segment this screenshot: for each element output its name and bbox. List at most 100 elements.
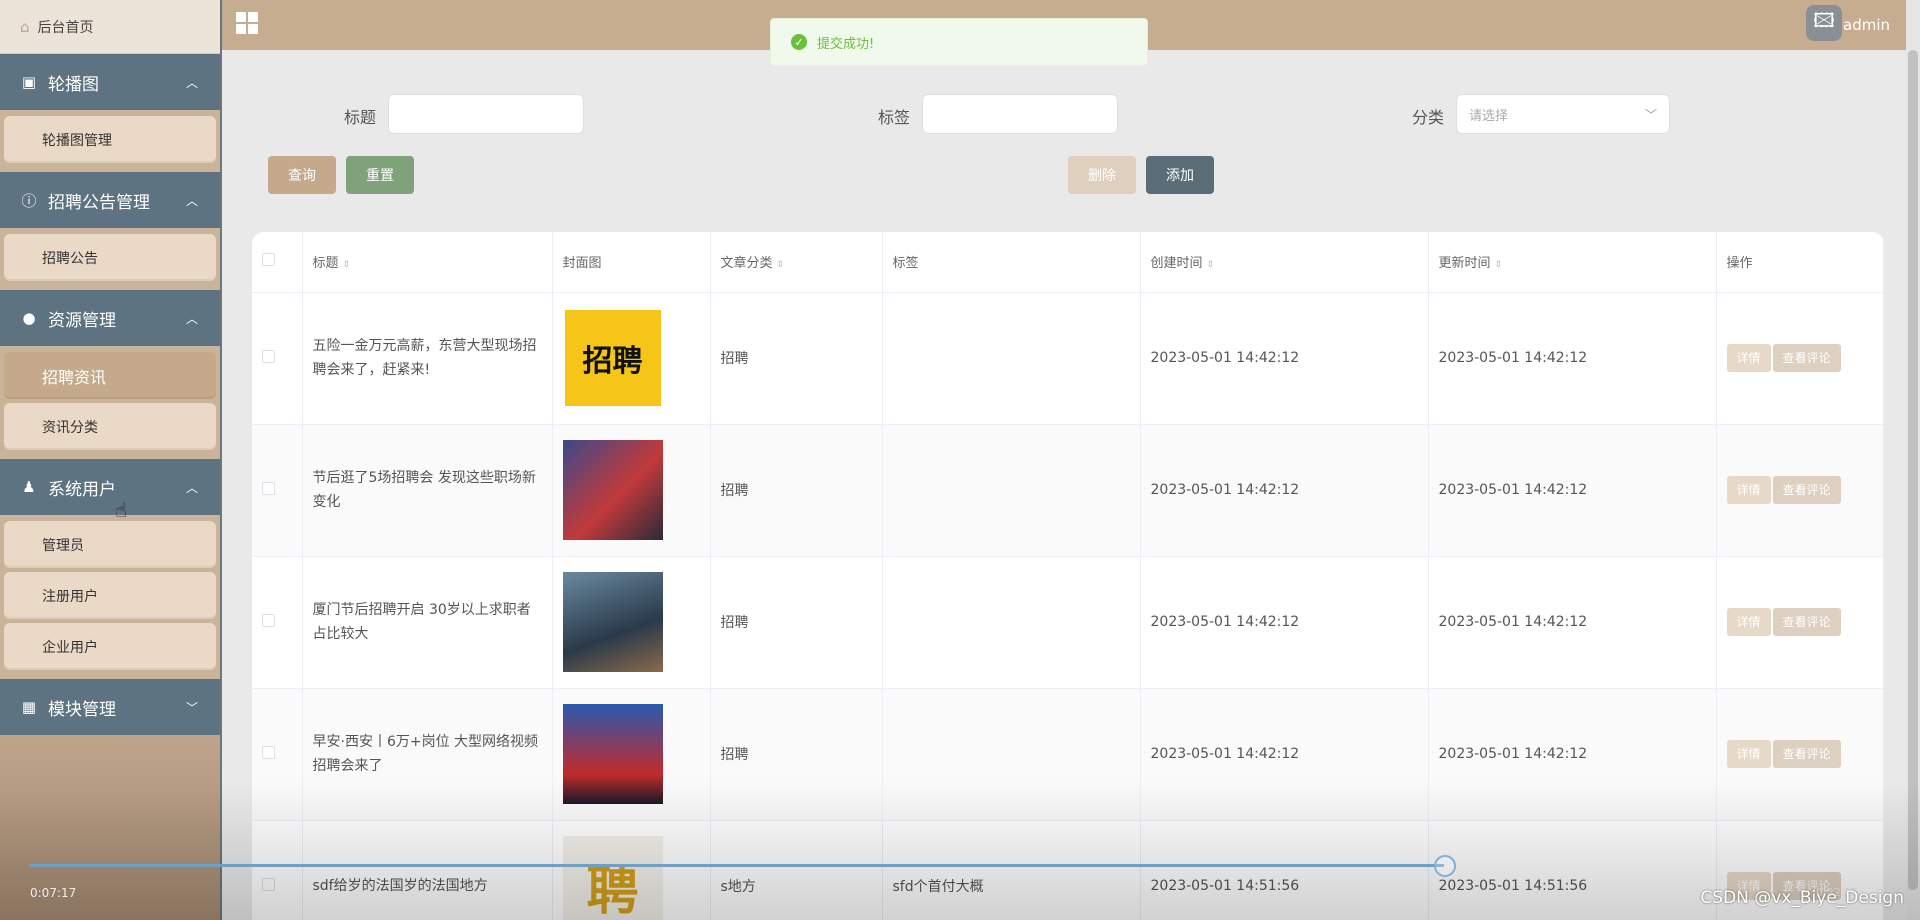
- sidebar-item-label: 招聘资讯: [42, 367, 107, 387]
- row-category: 招聘: [710, 556, 883, 689]
- pointer-cursor-icon: ☝: [115, 498, 128, 522]
- row-checkbox[interactable]: [262, 613, 275, 627]
- image-icon: ▣: [21, 73, 37, 91]
- query-button[interactable]: 查询: [268, 156, 336, 194]
- sidebar-item-news[interactable]: 招聘资讯: [4, 352, 216, 399]
- column-header-created[interactable]: 创建时间 ⇕: [1140, 232, 1429, 293]
- row-actions: 详情 查看评论: [1716, 556, 1884, 689]
- avatar[interactable]: 🖾: [1806, 5, 1842, 41]
- detail-button[interactable]: 详情: [1726, 740, 1771, 768]
- row-checkbox[interactable]: [262, 745, 275, 759]
- sidebar-group-label: 招聘公告管理: [48, 192, 150, 213]
- grid-icon: ▦: [21, 698, 37, 716]
- sidebar-group-label: 系统用户: [48, 479, 116, 500]
- column-header-category[interactable]: 文章分类 ⇕: [710, 232, 883, 293]
- video-progress-bar[interactable]: [30, 864, 1444, 867]
- row-updated: 2023-05-01 14:42:12: [1428, 688, 1717, 821]
- sidebar-item-enterprise-users[interactable]: 企业用户: [4, 623, 216, 670]
- row-category: 招聘: [710, 688, 883, 821]
- row-actions: 详情 查看评论: [1716, 424, 1884, 557]
- home-icon: ⌂: [20, 17, 30, 36]
- row-category: 招聘: [710, 292, 883, 425]
- select-all-cell: [252, 232, 303, 293]
- row-actions: 详情 查看评论: [1716, 292, 1884, 425]
- sort-icon[interactable]: ⇕: [1207, 260, 1215, 270]
- row-title: 节后逛了5场招聘会 发现这些职场新变化: [302, 424, 553, 557]
- column-header-updated[interactable]: 更新时间 ⇕: [1428, 232, 1717, 293]
- add-button[interactable]: 添加: [1146, 156, 1214, 194]
- row-checkbox[interactable]: [262, 877, 275, 891]
- row-created: 2023-05-01 14:51:56: [1140, 820, 1429, 920]
- sidebar-item-label: 管理员: [42, 537, 84, 554]
- detail-button[interactable]: 详情: [1726, 344, 1771, 372]
- row-updated: 2023-05-01 14:42:12: [1428, 424, 1717, 557]
- view-comments-button[interactable]: 查看评论: [1772, 476, 1841, 504]
- sidebar-item-admins[interactable]: 管理员: [4, 521, 216, 568]
- column-header-cover: 封面图: [552, 232, 711, 293]
- scrollbar-thumb[interactable]: [1908, 50, 1918, 890]
- detail-button[interactable]: 详情: [1726, 476, 1771, 504]
- sort-icon[interactable]: ⇕: [343, 260, 351, 270]
- chevron-up-icon: ︿: [185, 311, 198, 326]
- row-tag: [882, 688, 1141, 821]
- sidebar-group-announcement[interactable]: ⓘ 招聘公告管理 ︿: [0, 172, 220, 228]
- category-select[interactable]: 请选择 ﹀: [1456, 94, 1670, 134]
- sidebar-group-label: 资源管理: [48, 310, 116, 331]
- column-header-title[interactable]: 标题 ⇕: [302, 232, 553, 293]
- row-checkbox[interactable]: [262, 349, 275, 363]
- sort-icon[interactable]: ⇕: [1495, 260, 1503, 270]
- sidebar-item-carousel-manage[interactable]: 轮播图管理: [4, 116, 216, 163]
- view-comments-button[interactable]: 查看评论: [1772, 344, 1841, 372]
- success-toast: ✓ 提交成功!: [770, 18, 1148, 66]
- cover-image: [562, 572, 663, 672]
- sidebar-group-resources[interactable]: ● 资源管理 ︿: [0, 290, 220, 346]
- menu-toggle-icon[interactable]: [236, 12, 258, 34]
- detail-button[interactable]: 详情: [1726, 608, 1771, 636]
- row-created: 2023-05-01 14:42:12: [1140, 292, 1429, 425]
- sidebar-home[interactable]: ⌂ 后台首页: [0, 0, 220, 54]
- tag-input[interactable]: [922, 94, 1118, 134]
- sidebar-group-label: 模块管理: [48, 699, 116, 720]
- video-elapsed-time: 0:07:17: [30, 886, 77, 900]
- delete-button[interactable]: 删除: [1068, 156, 1136, 194]
- row-category: s地方: [710, 820, 883, 920]
- sidebar-item-announcement[interactable]: 招聘公告: [4, 234, 216, 281]
- sidebar-submenu: 管理员 注册用户 企业用户: [0, 515, 220, 679]
- sidebar-home-label: 后台首页: [37, 19, 94, 36]
- view-comments-button[interactable]: 查看评论: [1772, 740, 1841, 768]
- row-actions: 详情 查看评论: [1716, 688, 1884, 821]
- cover-image: 聘: [562, 836, 663, 920]
- sidebar-group-carousel[interactable]: ▣ 轮播图 ︿: [0, 54, 220, 110]
- title-input[interactable]: [388, 94, 584, 134]
- page-scrollbar[interactable]: [1906, 0, 1920, 920]
- sort-icon[interactable]: ⇕: [777, 260, 785, 270]
- sidebar-item-registered-users[interactable]: 注册用户: [4, 572, 216, 619]
- chevron-down-icon: ﹀: [1644, 107, 1657, 122]
- sidebar-item-label: 轮播图管理: [42, 132, 112, 149]
- row-tag: [882, 292, 1141, 425]
- category-placeholder: 请选择: [1469, 108, 1509, 124]
- row-category: 招聘: [710, 424, 883, 557]
- sidebar-group-modules[interactable]: ▦ 模块管理 ﹀: [0, 679, 220, 735]
- column-header-tag: 标签: [882, 232, 1141, 293]
- chevron-down-icon: ﹀: [185, 700, 198, 715]
- sidebar-item-news-category[interactable]: 资讯分类: [4, 403, 216, 450]
- sidebar-group-users[interactable]: ♟ 系统用户 ︿: [0, 459, 220, 515]
- chevron-up-icon: ︿: [185, 75, 198, 90]
- sidebar-item-label: 企业用户: [42, 639, 98, 656]
- select-all-checkbox[interactable]: [262, 253, 275, 267]
- bulb-icon: ●: [22, 309, 36, 327]
- sidebar-submenu: 轮播图管理: [0, 110, 220, 172]
- view-comments-button[interactable]: 查看评论: [1772, 608, 1841, 636]
- category-label: 分类: [1412, 108, 1445, 127]
- sidebar: ⌂ 后台首页 ▣ 轮播图 ︿ 轮播图管理 ⓘ 招聘公告管理 ︿ 招聘公告 ● 资…: [0, 0, 222, 920]
- check-circle-icon: ✓: [791, 34, 807, 50]
- video-progress-handle[interactable]: [1434, 855, 1456, 877]
- row-title: sdf给岁的法国岁的法国地方: [302, 820, 553, 920]
- user-name[interactable]: admin: [1843, 16, 1890, 34]
- reset-button[interactable]: 重置: [346, 156, 414, 194]
- row-checkbox[interactable]: [262, 481, 275, 495]
- cover-image: [562, 704, 663, 804]
- tag-label: 标签: [878, 108, 911, 127]
- chevron-up-icon: ︿: [185, 193, 198, 208]
